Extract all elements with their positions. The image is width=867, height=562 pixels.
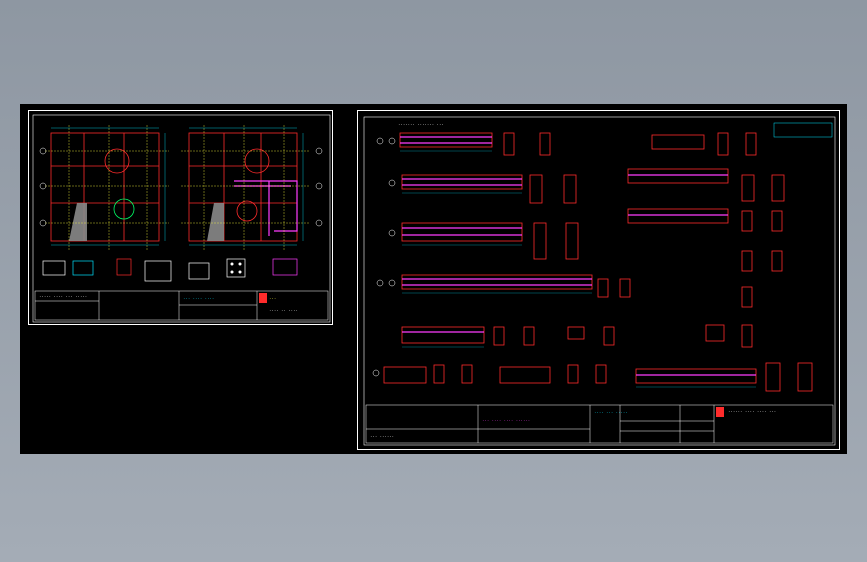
floor-plan-1 <box>50 132 160 242</box>
cad-modelspace-viewport[interactable]: ..... .... ... ..... ... .... .... .... … <box>20 104 847 454</box>
right-title-line4: ... ...... <box>370 433 395 438</box>
grid-lines-1 <box>45 125 169 251</box>
dimension-lines <box>400 150 756 388</box>
beam-sections <box>433 132 813 392</box>
sheet-right-drawing <box>363 116 836 446</box>
left-title-line2: ... .... .... <box>183 295 215 300</box>
dimensions-1 <box>51 127 166 246</box>
rebar-highlight-2 <box>234 180 298 236</box>
section-details <box>42 258 298 282</box>
hatch-area-1 <box>69 203 87 241</box>
right-title-line2: .... ... ..... <box>594 409 628 414</box>
pile-cap-dots <box>230 262 242 274</box>
company-logo-icon <box>716 407 724 417</box>
north-arrow-icon <box>773 122 833 138</box>
right-title-line3: ... .... .... ...... <box>482 417 531 422</box>
drawing-sheet-right[interactable]: ....... ....... ... ...... .... .... ...… <box>357 110 840 450</box>
beam-elevations <box>383 132 757 384</box>
left-title-line3: .... .. .... <box>269 307 298 312</box>
right-title-line1: ...... .... .... ... <box>728 408 777 413</box>
floor-plan-2 <box>188 132 298 242</box>
left-title-line1: ..... .... ... ..... <box>39 293 88 298</box>
grid-bubble-icon <box>372 137 396 377</box>
company-logo-icon <box>259 293 267 303</box>
drawing-sheet-left[interactable]: ..... .... ... ..... ... .... .... .... … <box>28 110 333 325</box>
left-title-stamp: ... <box>269 295 277 300</box>
hatch-area-2 <box>207 203 224 241</box>
grid-bubble-icon <box>39 147 47 227</box>
right-header-note: ....... ....... ... <box>398 121 444 126</box>
